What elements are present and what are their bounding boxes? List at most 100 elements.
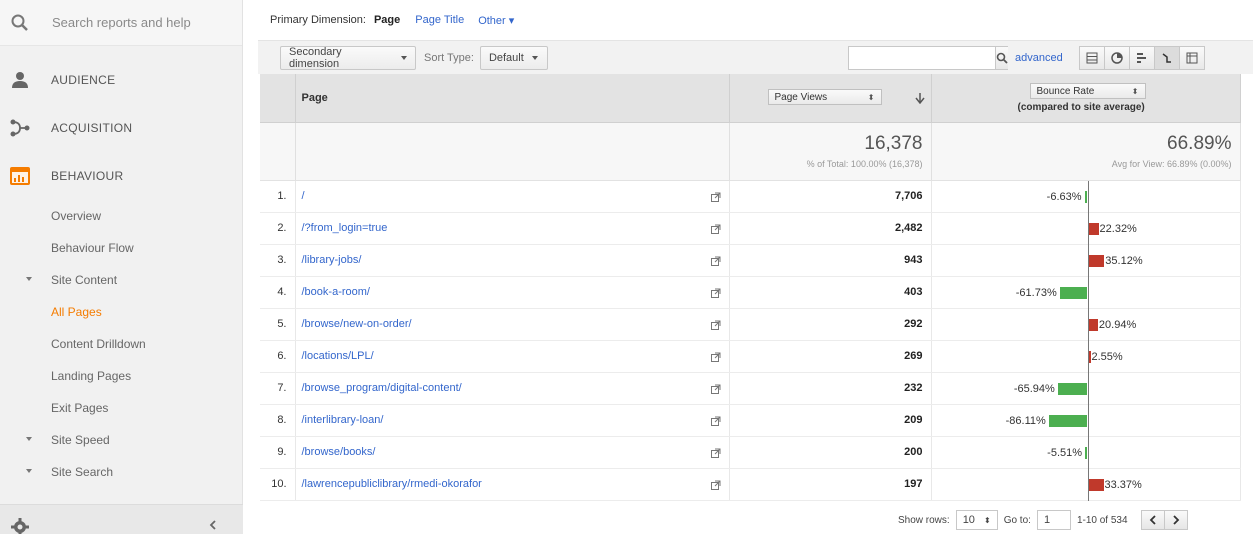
page-link[interactable]: /library-jobs/ [302,254,362,266]
nav-audience[interactable]: AUDIENCE [0,56,242,104]
open-external-icon[interactable] [710,256,721,269]
search-button[interactable] [995,47,1008,69]
collapse-sidebar-icon[interactable] [208,519,218,533]
secondary-dimension-dropdown[interactable]: Secondary dimension [280,45,416,70]
sidebar-search-input[interactable] [52,15,222,30]
goto-input[interactable]: 1 [1036,510,1071,530]
page-link[interactable]: /browse/new-on-order/ [302,318,412,330]
view-performance-button[interactable] [1129,46,1155,70]
bounce-delta-label: -5.51% [1047,446,1083,459]
chevron-down-icon: ▾ [508,14,515,27]
page-link[interactable]: /browse_program/digital-content/ [302,382,462,394]
view-table-button[interactable] [1079,46,1105,70]
gear-icon[interactable] [10,517,30,534]
header-page[interactable]: Page [295,74,730,123]
row-bounce-rate: 22.32% [931,212,1241,245]
up-down-icon: ⬍ [1131,86,1139,96]
sort-descending-icon[interactable] [914,92,925,107]
sidebar: AUDIENCE ACQUISITION BEHAVIOUR Overview … [0,0,243,534]
totals-page-views: 16,378 % of Total: 100.00% (16,378) [729,122,932,181]
prev-page-button[interactable] [1140,510,1165,530]
bounce-delta-bar [1088,350,1091,363]
bounce-delta-label: -86.11% [1005,414,1046,427]
bounce-delta-bar [1088,222,1099,235]
metric-page-views-dropdown[interactable]: Page Views ⬍ [767,89,882,105]
view-comparison-button[interactable] [1154,46,1180,70]
caret-down-icon [26,469,32,473]
open-external-icon[interactable] [710,320,721,333]
nav-behaviour-label: BEHAVIOUR [51,169,124,183]
row-bounce-rate: -61.73% [931,276,1241,309]
open-external-icon[interactable] [710,288,721,301]
dimension-page-title[interactable]: Page Title [415,14,464,26]
row-index: 2. [260,212,296,245]
sort-type-dropdown[interactable]: Default [479,45,548,70]
page-link[interactable]: /locations/LPL/ [302,350,374,362]
page-link[interactable]: /?from_login=true [302,222,388,234]
nav-site-speed[interactable]: Site Speed [0,424,242,456]
open-external-icon[interactable] [710,416,721,429]
advanced-link[interactable]: advanced [1015,52,1063,64]
report-main: Primary Dimension: Page Page Title Other… [258,0,1253,534]
primary-dimension-label: Primary Dimension: [270,14,366,26]
row-range: 1-10 of 534 [1076,514,1128,526]
page-link[interactable]: / [302,190,305,202]
row-page-cell: /browse/new-on-order/ [295,308,730,341]
behaviour-icon [10,166,30,186]
dimension-other-label: Other [478,14,506,27]
bounce-delta-label: 2.55% [1091,350,1123,363]
header-bounce-rate: Bounce Rate ⬍ (compared to site average) [931,74,1241,123]
nav-behaviour-flow[interactable]: Behaviour Flow [0,232,242,264]
open-external-icon[interactable] [710,192,721,205]
acquisition-icon [10,118,30,138]
view-pie-button[interactable] [1104,46,1130,70]
header-page-views: Page Views ⬍ [729,74,932,123]
nav-all-pages[interactable]: All Pages [0,296,242,328]
bounce-delta-bar [1084,190,1088,203]
bounce-delta-bar [1088,478,1104,491]
table-search-input[interactable] [849,47,995,69]
table-header-row: Page Page Views ⬍ Bounce Rate ⬍ (compared … [260,74,1241,123]
page-link[interactable]: /book-a-room/ [302,286,370,298]
bounce-delta-label: 20.94% [1098,318,1137,331]
nav-site-search[interactable]: Site Search [0,456,242,488]
bounce-delta-bar [1088,254,1105,267]
dimension-page[interactable]: Page [374,14,400,26]
nav-site-content[interactable]: Site Content [0,264,242,296]
bounce-axis-line [1087,404,1089,437]
metric-bounce-rate-dropdown[interactable]: Bounce Rate ⬍ [1029,83,1146,99]
page-link[interactable]: /browse/books/ [302,446,376,458]
nav-acquisition[interactable]: ACQUISITION [0,104,242,152]
open-external-icon[interactable] [710,352,721,365]
nav-acquisition-label: ACQUISITION [51,121,133,135]
page-link[interactable]: /lawrencepubliclibrary/rmedi-okorafor [302,478,482,490]
dimension-other[interactable]: Other ▾ [478,14,514,27]
table-row: 4. /book-a-room/403 -61.73% [260,276,1241,309]
nav-all-pages-label: All Pages [51,305,102,319]
nav-landing-pages[interactable]: Landing Pages [0,360,242,392]
row-page-views: 2,482 [729,212,932,245]
row-page-views: 269 [729,340,932,373]
view-pivot-button[interactable] [1179,46,1205,70]
nav-exit-pages[interactable]: Exit Pages [0,392,242,424]
chevron-right-icon [1172,515,1179,525]
next-page-button[interactable] [1163,510,1188,530]
nav-content-drilldown[interactable]: Content Drilldown [0,328,242,360]
totals-page [295,122,730,181]
open-external-icon[interactable] [710,480,721,493]
show-rows-label: Show rows: [898,514,950,526]
show-rows-select[interactable]: 10 ⬍ [955,510,998,530]
open-external-icon[interactable] [710,448,721,461]
bounce-axis-line [1087,372,1089,405]
nav-behaviour[interactable]: BEHAVIOUR [0,152,242,200]
sidebar-search [0,0,242,46]
search-icon [10,13,30,33]
nav-site-speed-label: Site Speed [51,433,110,447]
page-link[interactable]: /interlibrary-loan/ [302,414,384,426]
bounce-axis-line [1087,180,1089,213]
comparison-view-icon [1162,53,1171,63]
nav-overview[interactable]: Overview [0,200,242,232]
open-external-icon[interactable] [710,224,721,237]
total-page-views-share: % of Total: 100.00% (16,378) [806,158,923,169]
open-external-icon[interactable] [710,384,721,397]
